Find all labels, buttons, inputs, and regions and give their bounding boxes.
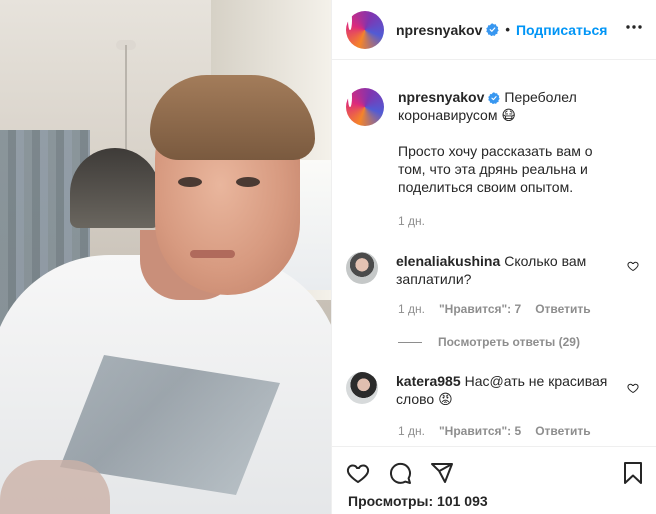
commenter-avatar[interactable]	[346, 252, 378, 284]
view-replies-divider	[398, 341, 422, 343]
comment-meta: 1 дн. "Нравится": 5 Ответить	[398, 424, 591, 438]
comment-item: katera985 Нас@ать не красивая слово 😡	[346, 372, 646, 408]
comments-list[interactable]: npresnyakov Переболел коронавирусом 😷 Пр…	[332, 60, 656, 446]
comment-likes-count[interactable]: "Нравится": 5	[439, 424, 521, 438]
instagram-post-modal: npresnyakov • Подписаться npresnyakov Пе…	[0, 0, 656, 514]
follow-button[interactable]: Подписаться	[516, 22, 608, 38]
caption-row: npresnyakov Переболел коронавирусом 😷 Пр…	[346, 88, 646, 196]
comment-time[interactable]: 1 дн.	[398, 302, 425, 316]
caption-text: npresnyakov Переболел коронавирусом 😷 Пр…	[398, 88, 620, 196]
caption-time[interactable]: 1 дн.	[398, 214, 425, 228]
author-avatar[interactable]	[346, 10, 384, 49]
caption-username[interactable]: npresnyakov	[398, 89, 484, 105]
comment-text: katera985 Нас@ать не красивая слово 😡	[396, 372, 626, 408]
photo-lampshade	[70, 148, 160, 228]
comment-like-heart-icon[interactable]	[627, 382, 639, 394]
photo-left-eye	[178, 177, 202, 187]
comment-reply-button[interactable]: Ответить	[535, 302, 590, 316]
comment-meta: 1 дн. "Нравится": 7 Ответить	[398, 302, 591, 316]
more-options-icon[interactable]	[625, 24, 643, 30]
author-username[interactable]: npresnyakov	[396, 22, 482, 38]
post-side-panel: npresnyakov • Подписаться npresnyakov Пе…	[331, 0, 656, 514]
caption-line-2: Просто хочу рассказать вам о том, что эт…	[398, 143, 593, 195]
post-header: npresnyakov • Подписаться	[332, 0, 656, 60]
post-actions-bar: Просмотры: 101 093	[332, 446, 656, 514]
caption-verified-badge-icon	[488, 92, 501, 104]
photo-lamp-cord	[125, 45, 127, 155]
header-separator: •	[505, 22, 510, 37]
comment-username[interactable]: katera985	[396, 373, 461, 389]
comment-likes-count[interactable]: "Нравится": 7	[439, 302, 521, 316]
view-replies-button[interactable]: Посмотреть ответы (29)	[398, 335, 580, 349]
view-replies-label: Посмотреть ответы (29)	[438, 335, 580, 349]
share-icon[interactable]	[430, 461, 454, 485]
post-photo[interactable]	[0, 0, 331, 514]
caption-author-avatar[interactable]	[346, 88, 384, 126]
comment-time[interactable]: 1 дн.	[398, 424, 425, 438]
bookmark-icon[interactable]	[621, 461, 645, 485]
comment-item: elenaliakushina Сколько вам заплатили?	[346, 252, 646, 288]
photo-mouth	[190, 250, 235, 258]
commenter-avatar[interactable]	[346, 372, 378, 404]
comment-username[interactable]: elenaliakushina	[396, 253, 500, 269]
comment-icon[interactable]	[388, 461, 412, 485]
photo-hair	[150, 75, 315, 160]
comment-reply-button[interactable]: Ответить	[535, 424, 590, 438]
photo-hand	[0, 460, 110, 514]
views-count[interactable]: Просмотры: 101 093	[348, 493, 488, 509]
comment-like-heart-icon[interactable]	[627, 260, 639, 272]
heart-icon[interactable]	[346, 461, 370, 485]
verified-badge-icon	[486, 23, 500, 36]
photo-right-eye	[236, 177, 260, 187]
comment-text: elenaliakushina Сколько вам заплатили?	[396, 252, 626, 288]
